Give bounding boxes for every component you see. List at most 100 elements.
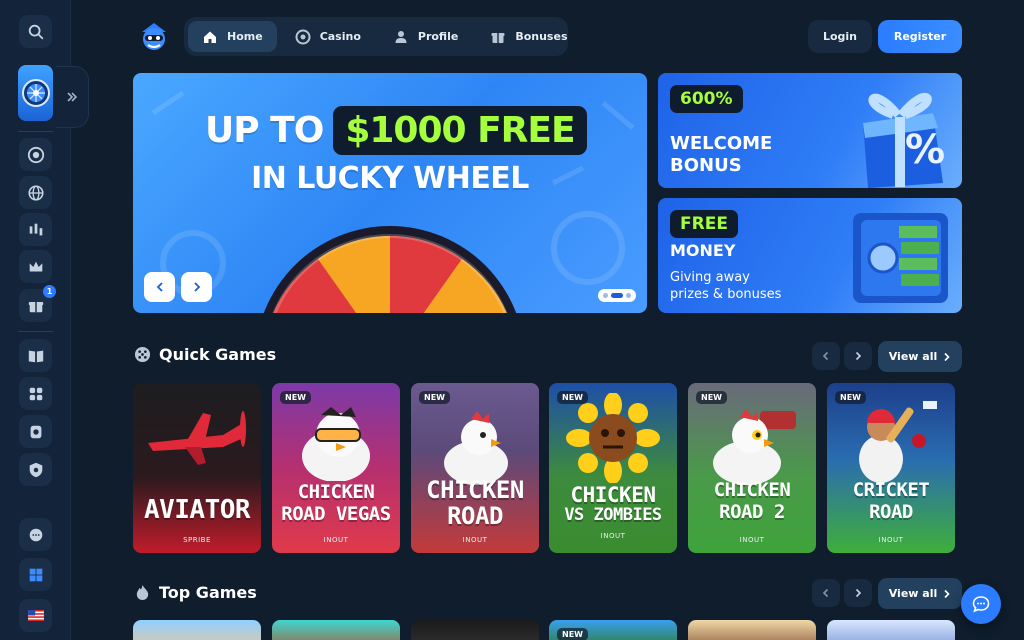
game-card-aviator[interactable]: AVIATOR SPRIBE bbox=[133, 383, 261, 553]
nav-home-label: Home bbox=[227, 30, 263, 43]
game-name-line2: ROAD bbox=[869, 501, 913, 523]
top-game-card[interactable] bbox=[827, 620, 955, 640]
game-card-chicken-road-vegas[interactable]: NEW CHICKEN ROAD VEGAS INOUT bbox=[272, 383, 400, 553]
game-card-cricket-road[interactable]: NEW CRICKET ROAD INOUT bbox=[827, 383, 955, 553]
game-provider: INOUT bbox=[600, 532, 626, 540]
sidebar-item-support[interactable] bbox=[19, 518, 52, 551]
sidebar-item-games[interactable] bbox=[19, 377, 52, 410]
promo-free-label: FREE bbox=[670, 210, 738, 238]
chevron-right-icon bbox=[944, 589, 950, 598]
top-games-view-all[interactable]: View all bbox=[878, 578, 962, 609]
register-button[interactable]: Register bbox=[878, 20, 962, 53]
slide-dot-active[interactable] bbox=[611, 293, 623, 298]
sidebar-expand-button[interactable] bbox=[56, 66, 89, 128]
promo-money-title: MONEY bbox=[670, 241, 736, 260]
top-game-card[interactable] bbox=[272, 620, 400, 640]
promo-title-line2: BONUS bbox=[670, 155, 742, 176]
top-game-card[interactable] bbox=[688, 620, 816, 640]
lucky-wheel-tile[interactable] bbox=[18, 65, 53, 121]
new-badge: NEW bbox=[280, 391, 311, 404]
gift-icon bbox=[491, 32, 505, 43]
game-name: AVIATOR bbox=[143, 495, 251, 525]
gift-icon bbox=[28, 301, 43, 312]
promo-percent: 600% bbox=[670, 85, 743, 113]
promo-sub-line2: prizes & bonuses bbox=[670, 287, 782, 302]
globe-icon bbox=[27, 184, 44, 201]
login-button[interactable]: Login bbox=[808, 20, 872, 53]
money-safe-graphic bbox=[853, 213, 948, 303]
game-name-line1: CRICKET bbox=[852, 479, 930, 501]
chicken-graphic bbox=[444, 411, 508, 485]
live-chat-button[interactable] bbox=[961, 584, 1001, 624]
sidebar-item-vip[interactable] bbox=[19, 250, 52, 283]
game-card-chicken-road[interactable]: NEW CHICKEN ROAD INOUT bbox=[411, 383, 539, 553]
sidebar-item-achievements[interactable] bbox=[19, 415, 52, 448]
quick-games-next[interactable] bbox=[844, 342, 872, 370]
sidebar-item-trading[interactable] bbox=[19, 213, 52, 246]
notification-badge: 1 bbox=[43, 285, 56, 298]
quick-games-prev[interactable] bbox=[812, 342, 840, 370]
hero-next-button[interactable] bbox=[181, 272, 212, 302]
game-provider: SPRIBE bbox=[183, 536, 211, 544]
sidebar-item-rules[interactable] bbox=[19, 339, 52, 372]
nav-home[interactable]: Home bbox=[188, 21, 277, 52]
sidebar-divider bbox=[18, 131, 53, 132]
game-provider: INOUT bbox=[462, 536, 488, 544]
top-games-next[interactable] bbox=[844, 579, 872, 607]
chat-support-icon bbox=[29, 528, 42, 541]
us-flag-icon bbox=[27, 610, 44, 621]
top-games-header: Top Games bbox=[134, 583, 257, 602]
flame-icon bbox=[136, 584, 149, 601]
sidebar-item-casino[interactable] bbox=[19, 138, 52, 171]
hero-banner[interactable]: UP TO $1000 FREE IN LUCKY WHEEL bbox=[133, 73, 647, 313]
nav-bonuses[interactable]: Bonuses bbox=[476, 21, 581, 52]
hero-prev-button[interactable] bbox=[144, 272, 175, 302]
sidebar-item-download[interactable] bbox=[19, 558, 52, 591]
game-card-chicken-road-2[interactable]: NEW CHICKEN ROAD 2 INOUT bbox=[688, 383, 816, 553]
game-name-line1: CHICKEN bbox=[297, 481, 375, 503]
slide-indicator[interactable] bbox=[598, 289, 636, 302]
sidebar-item-language[interactable] bbox=[19, 599, 52, 632]
promo-welcome-bonus[interactable]: % 600% WELCOME BONUS bbox=[658, 73, 962, 188]
promo-free-money[interactable]: FREE MONEY Giving away prizes & bonuses bbox=[658, 198, 962, 313]
quick-games-view-all[interactable]: View all bbox=[878, 341, 962, 372]
game-provider: INOUT bbox=[739, 536, 765, 544]
game-name-line2: ROAD bbox=[447, 502, 503, 530]
game-card-chicken-vs-zombies[interactable]: NEW CHICKEN VS ZOMBIES INOUT bbox=[549, 383, 677, 553]
chevron-right-icon bbox=[193, 282, 200, 292]
nav-profile[interactable]: Profile bbox=[379, 21, 472, 52]
slide-dot[interactable] bbox=[626, 293, 631, 298]
nav-casino[interactable]: Casino bbox=[281, 21, 375, 52]
chevron-left-icon bbox=[156, 282, 163, 292]
hero-highlight: $1000 FREE bbox=[333, 105, 587, 155]
sidebar-item-security[interactable] bbox=[19, 453, 52, 486]
game-name-line2: ROAD 2 bbox=[719, 501, 785, 523]
profile-icon bbox=[395, 30, 407, 43]
nav-profile-label: Profile bbox=[417, 30, 459, 43]
sidebar-item-bonuses[interactable]: 1 bbox=[19, 285, 56, 322]
top-game-card[interactable]: NEW bbox=[549, 620, 677, 640]
hero-prefix: UP TO bbox=[205, 109, 324, 151]
new-badge: NEW bbox=[419, 391, 450, 404]
top-games-title: Top Games bbox=[159, 583, 257, 602]
new-badge: NEW bbox=[557, 391, 588, 404]
game-name-line2: VS ZOMBIES bbox=[564, 505, 662, 525]
windows-icon bbox=[29, 568, 42, 581]
game-name-line1: CHICKEN bbox=[713, 479, 791, 501]
chevron-right-icon bbox=[944, 352, 950, 361]
sidebar-item-sports[interactable] bbox=[19, 176, 52, 209]
slide-dot[interactable] bbox=[603, 293, 608, 298]
chevron-right-icon bbox=[855, 588, 862, 598]
search-button[interactable] bbox=[19, 15, 52, 48]
cricket-player-graphic bbox=[859, 401, 937, 483]
top-games-prev[interactable] bbox=[812, 579, 840, 607]
top-game-card[interactable] bbox=[133, 620, 261, 640]
view-all-label: View all bbox=[888, 587, 938, 600]
puzzle-icon bbox=[29, 387, 42, 400]
badge-icon bbox=[30, 425, 41, 438]
chevron-right-icon bbox=[855, 351, 862, 361]
top-game-card[interactable] bbox=[411, 620, 539, 640]
game-name-line2: ROAD VEGAS bbox=[281, 503, 391, 525]
home-icon bbox=[204, 31, 216, 43]
brand-logo[interactable] bbox=[136, 18, 172, 54]
